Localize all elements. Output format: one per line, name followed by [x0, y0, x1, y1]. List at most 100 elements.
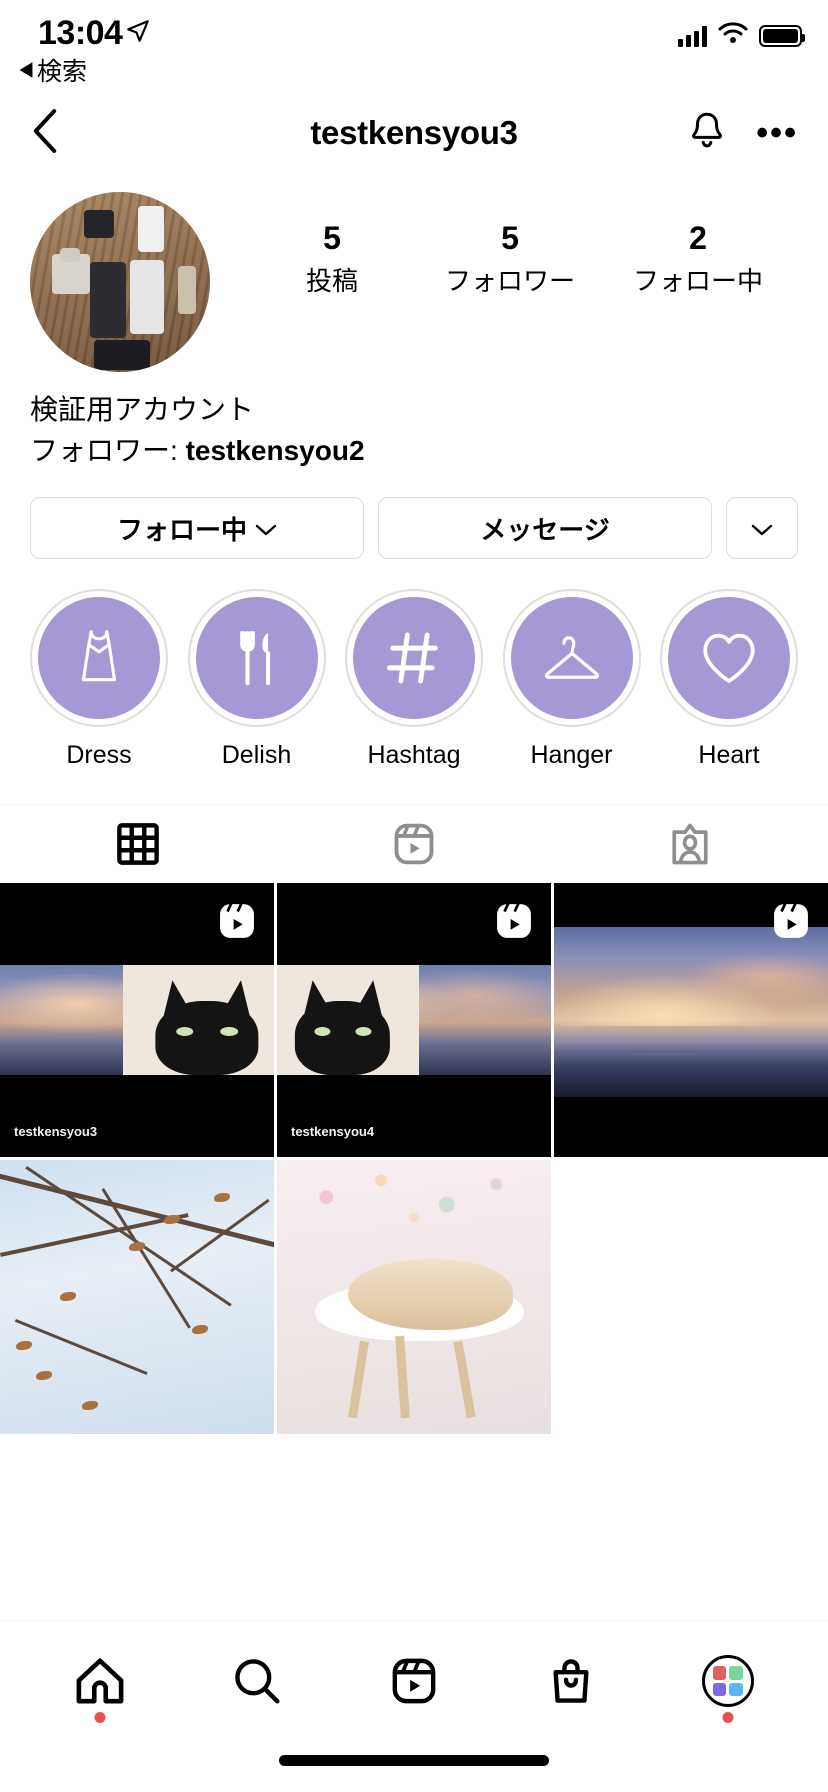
highlight-cover [668, 597, 790, 720]
status-time: 13:04 [38, 14, 123, 52]
highlight-dress[interactable]: Dress [24, 589, 174, 770]
navigation-header: testkensyou3 ••• [0, 92, 828, 174]
stat-following-count: 2 [689, 220, 707, 256]
bio-follower-username[interactable]: testkensyou2 [186, 435, 365, 466]
stat-posts[interactable]: 5 投稿 [277, 220, 387, 298]
shopping-bag-icon [553, 1659, 589, 1703]
stat-followers-label: フォロワー [444, 265, 575, 296]
photo-object-phone-black [90, 262, 126, 338]
reels-icon [392, 1658, 436, 1704]
chevron-down-icon [255, 513, 277, 544]
reels-icon [493, 899, 535, 948]
chevron-down-icon [751, 513, 773, 544]
grid-post-1[interactable]: testkensyou3 [0, 883, 274, 1158]
triangle-left-icon [19, 62, 33, 78]
notification-bell-icon[interactable] [688, 110, 726, 157]
highlight-ring [187, 589, 326, 728]
grid-post-3[interactable] [554, 883, 828, 1158]
post-watermark: testkensyou3 [14, 1124, 98, 1140]
grid-post-4[interactable] [0, 1160, 274, 1435]
stat-posts-count: 5 [323, 220, 341, 256]
hashtag-icon [386, 632, 438, 684]
profile-avatar-icon[interactable] [701, 1655, 754, 1707]
profile-notification-dot [722, 1712, 734, 1723]
highlight-heart[interactable]: Heart [654, 589, 804, 770]
chevron-left-icon [33, 108, 57, 153]
highlight-hanger[interactable]: Hanger [497, 589, 647, 770]
cat-face [155, 978, 259, 1075]
highlight-label: Delish [221, 741, 292, 770]
bottom-navigation [0, 1620, 828, 1792]
home-indicator[interactable] [279, 1755, 549, 1766]
highlight-ring [502, 589, 641, 728]
location-arrow-icon [125, 18, 151, 49]
home-icon [76, 1658, 124, 1704]
more-options-icon[interactable]: ••• [756, 116, 798, 150]
status-back-label: 検索 [37, 58, 88, 86]
more-actions-button[interactable] [726, 497, 798, 560]
highlight-cover [353, 597, 475, 720]
photo-object-white [138, 206, 164, 252]
stat-posts-label: 投稿 [305, 265, 358, 296]
photo-confetti [277, 1160, 551, 1254]
heart-icon [703, 633, 755, 684]
tab-tagged[interactable] [552, 805, 828, 883]
search-icon [235, 1659, 280, 1704]
tagged-person-icon [672, 823, 708, 865]
photo-object-side [178, 266, 196, 314]
highlight-delish[interactable]: Delish [182, 589, 332, 770]
reels-icon [216, 899, 258, 948]
bottom-nav-profile[interactable] [673, 1643, 783, 1723]
stat-following-label: フォロー中 [632, 265, 763, 296]
photo-object-phone-white [130, 260, 164, 334]
highlight-hashtag[interactable]: Hashtag [339, 589, 489, 770]
reels-icon [394, 823, 434, 865]
home-notification-dot [94, 1712, 106, 1723]
tab-reels[interactable] [276, 805, 552, 883]
avatar[interactable] [30, 192, 210, 372]
following-button[interactable]: フォロー中 [30, 497, 364, 560]
photo-object-dark [84, 210, 114, 238]
battery-full-icon [759, 24, 805, 47]
bottom-nav-shop[interactable] [516, 1643, 626, 1719]
grid-post-2[interactable]: testkensyou4 [277, 883, 551, 1158]
message-button-label: メッセージ [480, 514, 610, 545]
grid-icon [117, 823, 159, 866]
profile-photo[interactable] [30, 192, 210, 372]
grid-post-5[interactable] [277, 1160, 551, 1435]
stat-followers[interactable]: 5 フォロワー [445, 220, 575, 298]
back-button[interactable] [30, 108, 60, 159]
post-band [554, 927, 828, 1097]
post-cat-panel [123, 965, 274, 1075]
content-tabs [0, 804, 828, 883]
bio-display-name: 検証用アカウント [30, 394, 255, 425]
profile-header: 5 投稿 5 フォロワー 2 フォロー中 [0, 174, 828, 372]
story-highlights: Dress Delish Hashtag Hanger Heart [0, 559, 828, 770]
post-cat-panel [277, 965, 420, 1075]
wifi-icon [718, 22, 748, 49]
photo-object-lens [60, 248, 80, 262]
fork-knife-icon [239, 631, 270, 686]
clothes-hanger-icon [544, 636, 599, 680]
bio-follower-line: フォロワー: testkensyou2 [30, 431, 798, 472]
dress-icon [81, 630, 117, 682]
profile-stats: 5 投稿 5 フォロワー 2 フォロー中 [210, 192, 798, 298]
photo-object-wallet [94, 340, 150, 370]
status-indicators [678, 22, 805, 49]
instagram-profile-screen: 13:04 検索 testkensyou3 ••• 5 投稿 5 フォロワー 2… [0, 0, 828, 1792]
bottom-nav-home[interactable] [45, 1643, 155, 1723]
stat-following[interactable]: 2 フォロー中 [633, 220, 763, 298]
bio-follower-prefix: フォロワー: [30, 434, 186, 466]
status-back-to-search[interactable]: 検索 [18, 52, 87, 88]
bottom-nav-search[interactable] [202, 1643, 312, 1719]
highlight-label: Dress [66, 741, 132, 770]
post-branches-photo [0, 1160, 274, 1435]
posts-grid: testkensyou3 testkensyou4 [0, 883, 828, 1435]
highlight-cover [195, 597, 318, 720]
tab-grid[interactable] [0, 805, 276, 883]
message-button[interactable]: メッセージ [378, 497, 712, 560]
post-band [277, 965, 551, 1075]
profile-bio: 検証用アカウント フォロワー: testkensyou2 [0, 372, 828, 471]
profile-action-buttons: フォロー中 メッセージ [0, 471, 828, 560]
bottom-nav-reels[interactable] [359, 1643, 469, 1719]
